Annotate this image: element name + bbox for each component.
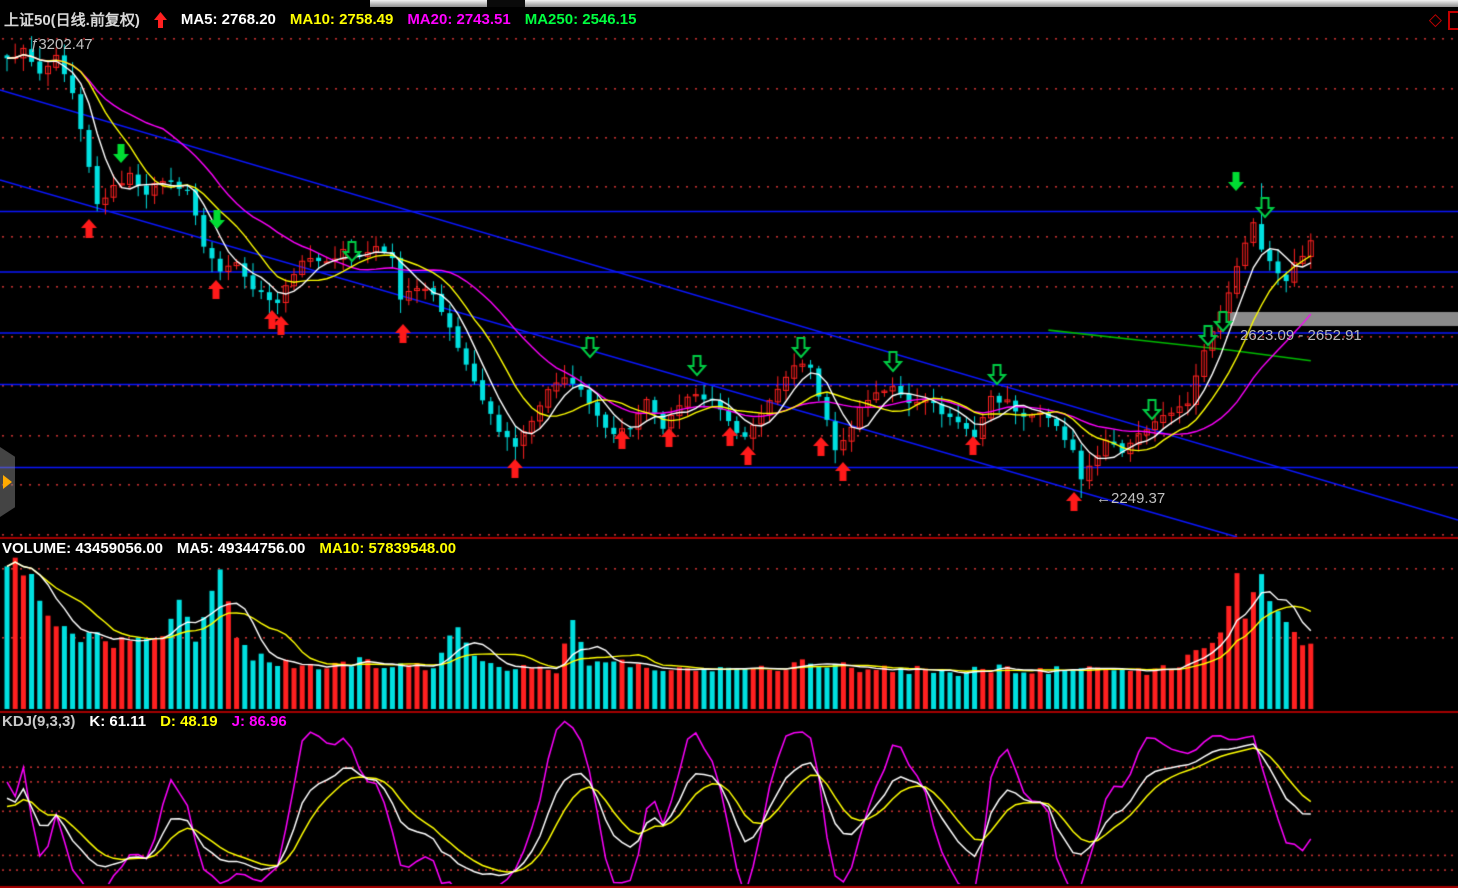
range-price-label: 2623.09 - 2652.91 [1240,327,1362,344]
kdj-name: KDJ(9,3,3) [2,713,75,730]
volume-value: VOLUME: 43459056.00 [2,540,163,557]
kdj-k-value: K: 61.11 [89,713,146,730]
low-price-label: ←2249.37 [1096,490,1165,507]
diamond-icon[interactable]: ◇ [1429,10,1442,30]
sidebar-expand-handle[interactable] [0,447,15,517]
up-arrow-icon [154,12,167,28]
square-icon[interactable] [1448,11,1458,30]
kdj-d-value: D: 48.19 [160,713,218,730]
expand-arrow-icon [3,475,12,489]
stock-chart-window: ◇ 上证50(日线.前复权) MA5: 2768.20 MA10: 2758.4… [0,0,1458,888]
volume-ma5-value: MA5: 49344756.00 [177,540,305,557]
corner-toolbar: ◇ [1429,10,1456,30]
window-top-strip-gap [487,0,525,7]
price-header: 上证50(日线.前复权) MA5: 2768.20 MA10: 2758.49 … [4,9,636,30]
ma250-value: MA250: 2546.15 [525,11,637,28]
ma5-value: MA5: 2768.20 [181,11,276,28]
window-top-strip [370,0,1458,7]
ma20-value: MA20: 2743.51 [407,11,510,28]
kdj-header: KDJ(9,3,3) K: 61.11 D: 48.19 J: 86.96 [2,713,287,730]
chart-canvas[interactable] [0,0,1458,888]
ma10-value: MA10: 2758.49 [290,11,393,28]
symbol-title: 上证50(日线.前复权) [4,9,140,30]
kdj-j-value: J: 86.96 [232,713,287,730]
high-price-label: ƒ3202.47 [30,36,93,53]
volume-ma10-value: MA10: 57839548.00 [319,540,456,557]
volume-header: VOLUME: 43459056.00 MA5: 49344756.00 MA1… [2,540,456,557]
